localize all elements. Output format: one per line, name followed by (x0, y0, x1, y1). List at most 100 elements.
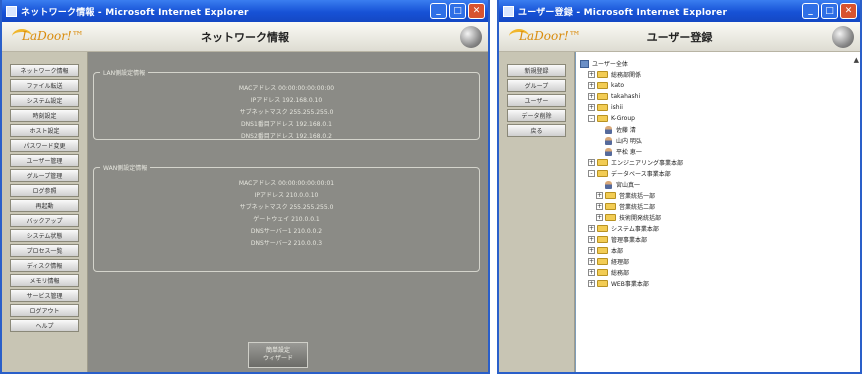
tree-node[interactable]: + 営業統括一部 (580, 190, 854, 201)
sidebar-button[interactable]: 再起動 (10, 199, 79, 212)
sidebar-button[interactable]: バックアップ (10, 214, 79, 227)
collapse-icon[interactable]: - (588, 170, 595, 177)
window-title: ユーザー登録 - Microsoft Internet Explorer (518, 7, 728, 18)
folder-icon (597, 280, 608, 287)
expand-icon[interactable]: + (588, 71, 595, 78)
expand-icon[interactable]: + (588, 269, 595, 276)
tree-node[interactable]: + 管理事業本部 (580, 234, 854, 245)
tree-node[interactable]: 山内 明弘 (580, 135, 854, 146)
sidebar-button[interactable]: ログアウト (10, 304, 79, 317)
sidebar-button[interactable]: ログ参照 (10, 184, 79, 197)
collapse-icon[interactable]: - (588, 115, 595, 122)
maximize-button[interactable]: □ (449, 3, 466, 19)
tree-node[interactable]: + 技術開発統括部 (580, 212, 854, 223)
root-icon (580, 59, 589, 68)
folder-icon (597, 236, 608, 243)
sidebar-button[interactable]: ファイル転送 (10, 79, 79, 92)
user-icon (605, 147, 612, 156)
expand-icon[interactable]: + (588, 280, 595, 287)
minimize-button[interactable]: _ (802, 3, 819, 19)
expand-icon[interactable]: + (588, 236, 595, 243)
expand-icon[interactable]: + (588, 93, 595, 100)
sidebar-button[interactable]: ディスク情報 (10, 259, 79, 272)
tree-node-label: 総務部関係 (611, 72, 642, 79)
user-registration-window: ユーザー登録 - Microsoft Internet Explorer _ □… (497, 0, 862, 374)
close-button[interactable]: ✕ (468, 3, 485, 19)
tree-node-label: 宮山真一 (616, 182, 641, 189)
tree-node[interactable]: + 総務部 (580, 267, 854, 278)
folder-icon (597, 269, 608, 276)
tree-node[interactable]: + 営業統括二部 (580, 201, 854, 212)
expand-icon[interactable]: + (596, 192, 603, 199)
expand-icon[interactable]: + (588, 258, 595, 265)
tree-node[interactable]: 宮山真一 (580, 179, 854, 190)
sidebar-button[interactable]: パスワード変更 (10, 139, 79, 152)
minimize-button[interactable]: _ (430, 3, 447, 19)
title-bar[interactable]: ユーザー登録 - Microsoft Internet Explorer _ □… (499, 0, 860, 22)
globe-icon (460, 26, 482, 48)
tree-node-label: 管理事業本部 (611, 237, 648, 244)
group-legend: WAN側設定情報 (100, 163, 151, 172)
sidebar-button[interactable]: グループ (507, 79, 566, 92)
tree-node-label: 山内 明弘 (616, 138, 642, 145)
sidebar-button[interactable]: グループ管理 (10, 169, 79, 182)
expand-icon[interactable]: + (588, 225, 595, 232)
info-row: サブネットマスク 255.255.255.0 (239, 109, 334, 116)
sidebar-button[interactable]: メモリ情報 (10, 274, 79, 287)
tree-node-label: WEB事業本部 (611, 281, 649, 288)
tree-node[interactable]: 佐藤 清 (580, 124, 854, 135)
tree-node[interactable]: 平松 恵一 (580, 146, 854, 157)
globe-icon (832, 26, 854, 48)
tree-node[interactable]: + システム事業本部 (580, 223, 854, 234)
scroll-up-icon[interactable]: ▲ (854, 56, 859, 64)
tree-node[interactable]: + 経理部 (580, 256, 854, 267)
tree-node[interactable]: + takahashi (580, 91, 854, 102)
tree-node-label: 営業統括二部 (619, 204, 656, 211)
setup-wizard-button[interactable]: 簡単設定 ウィザード (248, 342, 308, 368)
expand-icon[interactable]: + (596, 214, 603, 221)
sidebar-button[interactable]: ユーザー (507, 94, 566, 107)
tree-node-label: takahashi (611, 93, 641, 100)
tree-node[interactable]: ユーザー全体 (580, 58, 854, 69)
tree-node[interactable]: + エンジニアリング事業本部 (580, 157, 854, 168)
folder-icon (597, 82, 608, 89)
tree-node-label: システム事業本部 (611, 226, 659, 233)
close-button[interactable]: ✕ (840, 3, 857, 19)
user-icon (605, 136, 612, 145)
tree-node[interactable]: - データベース事業本部 (580, 168, 854, 179)
tree-node[interactable]: + ishii (580, 102, 854, 113)
sidebar-button[interactable]: 新規登録 (507, 64, 566, 77)
expand-icon[interactable]: + (588, 104, 595, 111)
tree-node[interactable]: + WEB事業本部 (580, 278, 854, 289)
title-bar[interactable]: ネットワーク情報 - Microsoft Internet Explorer _… (2, 0, 488, 22)
expand-icon[interactable]: + (588, 159, 595, 166)
page-title: ユーザー登録 (646, 30, 713, 44)
sidebar-button[interactable]: サービス管理 (10, 289, 79, 302)
tree-node-label: 総務部 (611, 270, 630, 277)
tree-node[interactable]: + 本部 (580, 245, 854, 256)
maximize-button[interactable]: □ (821, 3, 838, 19)
sidebar-button[interactable]: プロセス一覧 (10, 244, 79, 257)
tree-node[interactable]: + kato (580, 80, 854, 91)
lan-settings-group: LAN側設定情報 MACアドレス 00:00:00:00:00:00 IPアドレス… (93, 68, 480, 140)
sidebar-button[interactable]: ユーザー管理 (10, 154, 79, 167)
sidebar-button[interactable]: 戻る (507, 124, 566, 137)
sidebar-button[interactable]: 時刻設定 (10, 109, 79, 122)
info-row: DNS2番目アドレス 192.168.0.2 (241, 133, 332, 140)
sidebar-button[interactable]: ネットワーク情報 (10, 64, 79, 77)
sidebar-button[interactable]: ヘルプ (10, 319, 79, 332)
expand-icon[interactable]: + (588, 247, 595, 254)
info-row: MACアドレス 00:00:00:00:00:00 (238, 85, 335, 92)
tree-node[interactable]: - K-Group (580, 113, 854, 124)
button-label-line2: ウィザード (262, 355, 293, 362)
sidebar-button[interactable]: システム設定 (10, 94, 79, 107)
tree-node[interactable]: + 総務部関係 (580, 69, 854, 80)
expand-icon[interactable]: + (596, 203, 603, 210)
sidebar-button[interactable]: システム状態 (10, 229, 79, 242)
sidebar-button[interactable]: ホスト設定 (10, 124, 79, 137)
expand-icon[interactable]: + (588, 82, 595, 89)
folder-icon (605, 192, 616, 199)
sidebar-button[interactable]: データ削除 (507, 109, 566, 122)
tree-node-label: エンジニアリング事業本部 (611, 160, 684, 167)
folder-icon (597, 104, 608, 111)
